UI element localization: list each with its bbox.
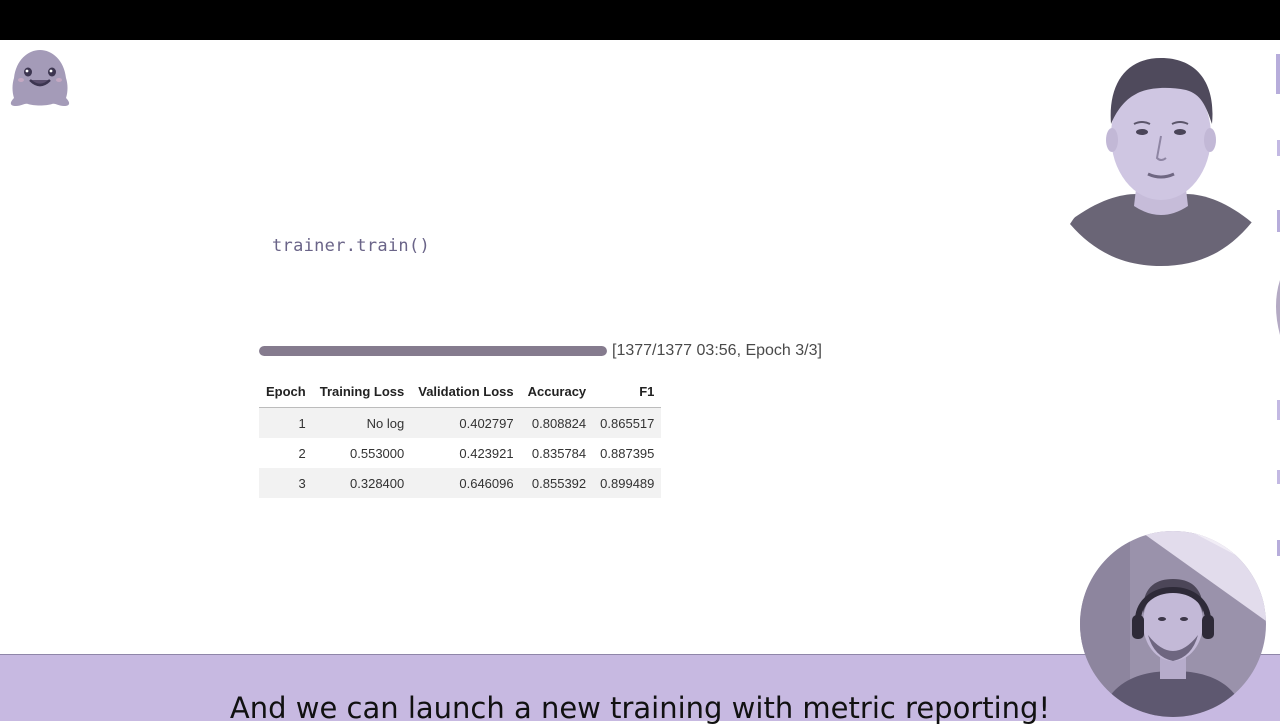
table-row: 3 0.328400 0.646096 0.855392 0.899489 [259,468,662,498]
top-black-bar [0,0,1280,40]
cell-training-loss: 0.553000 [350,445,405,461]
cell-epoch: 2 [298,445,306,461]
training-progress: [1377/1377 03:56, Epoch 3/3] [259,340,822,362]
cell-f1: 0.887395 [600,445,655,461]
presenter-webcam-top [1070,58,1252,266]
column-header-validation-loss: Validation Loss [411,378,521,408]
cell-validation-loss: 0.646096 [411,468,521,498]
hugging-face-logo [10,50,70,106]
table-row: 2 0.553000 0.423921 0.835784 0.887395 [259,438,661,468]
code-trainer-train: trainer.train() [272,236,431,256]
cell-epoch: 3 [259,468,313,498]
table-row: 1 No log 0.402797 0.808824 0.865517 [259,407,662,438]
progress-status-text: [1377/1377 03:56, Epoch 3/3] [612,342,822,359]
cell-accuracy: 0.808824 [520,407,594,438]
training-metrics-table: Epoch Training Loss Validation Loss Accu… [259,378,662,498]
cell-validation-loss: 0.423921 [459,445,514,461]
edge-clipped-marks [1276,54,1280,556]
column-header-f1: F1 [593,378,662,408]
column-header-epoch: Epoch [259,378,313,408]
cell-validation-loss: 0.402797 [411,407,521,438]
cell-training-loss: 0.328400 [312,468,412,498]
cell-epoch: 1 [259,407,313,438]
presenter-webcam-bottom [1080,531,1266,717]
cell-accuracy: 0.855392 [520,468,594,498]
progress-bar-track [259,346,607,356]
table-header-row: Epoch Training Loss Validation Loss Accu… [259,378,662,408]
cell-training-loss: No log [312,407,412,438]
column-header-training-loss: Training Loss [312,378,412,408]
column-header-accuracy: Accuracy [520,378,594,408]
cell-f1: 0.899489 [593,468,662,498]
cell-accuracy: 0.835784 [531,445,587,461]
cell-f1: 0.865517 [593,407,662,438]
progress-bar-fill [259,346,607,356]
